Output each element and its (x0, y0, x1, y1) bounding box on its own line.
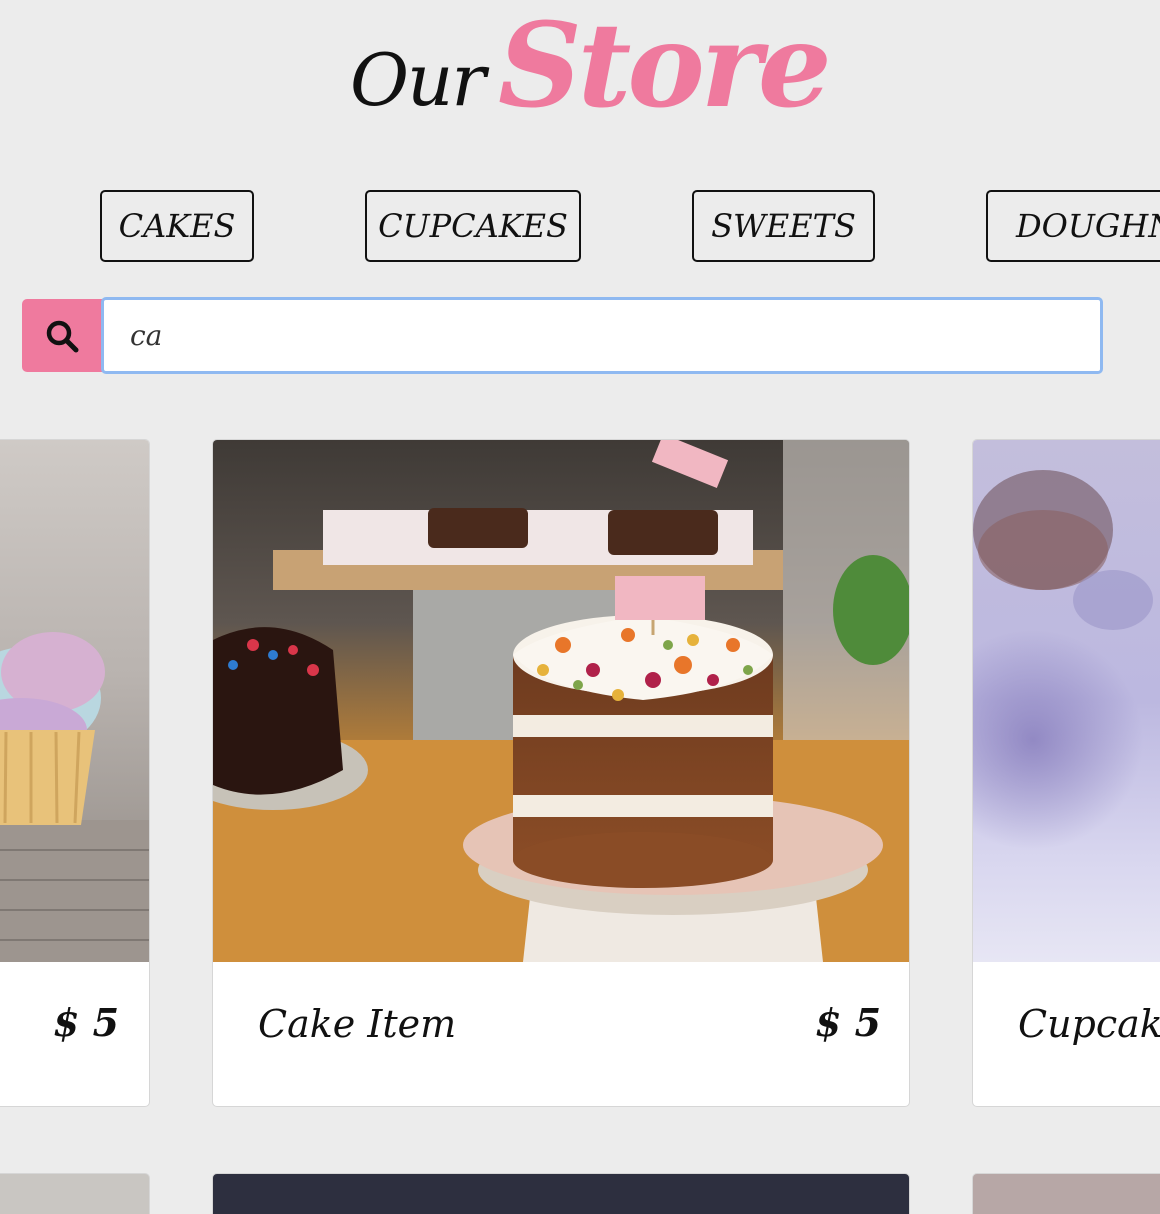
product-image-cupcake (0, 440, 149, 962)
search-button[interactable] (22, 299, 102, 372)
filter-button-sweets[interactable]: SWEETS (692, 190, 875, 262)
filter-button-label: CAKES (118, 207, 236, 245)
product-card[interactable] (0, 1173, 150, 1214)
product-card[interactable]: Cake Item $ 5 (212, 439, 910, 1107)
store-page: Our Store CAKES CUPCAKES SWEETS DOUGHNUT… (0, 0, 1160, 1214)
product-card[interactable]: Cupcake (972, 439, 1160, 1107)
filter-button-cakes[interactable]: CAKES (100, 190, 254, 262)
filter-button-label: CUPCAKES (378, 207, 568, 245)
product-price: $ 5 (53, 1000, 120, 1045)
title-store-text: Store (498, 0, 832, 134)
search-input[interactable] (101, 297, 1103, 374)
title-our-text: Our (350, 38, 486, 122)
product-price: $ 5 (815, 1000, 882, 1045)
product-name: Cake Item (258, 1002, 457, 1046)
filter-button-cupcakes[interactable]: CUPCAKES (365, 190, 581, 262)
product-name: Cupcake (1018, 1002, 1160, 1046)
product-card[interactable] (212, 1173, 910, 1214)
product-card[interactable] (972, 1173, 1160, 1214)
store-title: Our Store (0, 0, 1160, 150)
filter-button-label: SWEETS (711, 207, 856, 245)
product-image-cake (213, 440, 909, 962)
product-image-cupcake (973, 440, 1160, 962)
search-icon (46, 320, 79, 352)
filter-button-label: DOUGHNUTS (1016, 207, 1160, 245)
filter-button-doughnuts[interactable]: DOUGHNUTS (986, 190, 1160, 262)
product-card[interactable]: $ 5 (0, 439, 150, 1107)
